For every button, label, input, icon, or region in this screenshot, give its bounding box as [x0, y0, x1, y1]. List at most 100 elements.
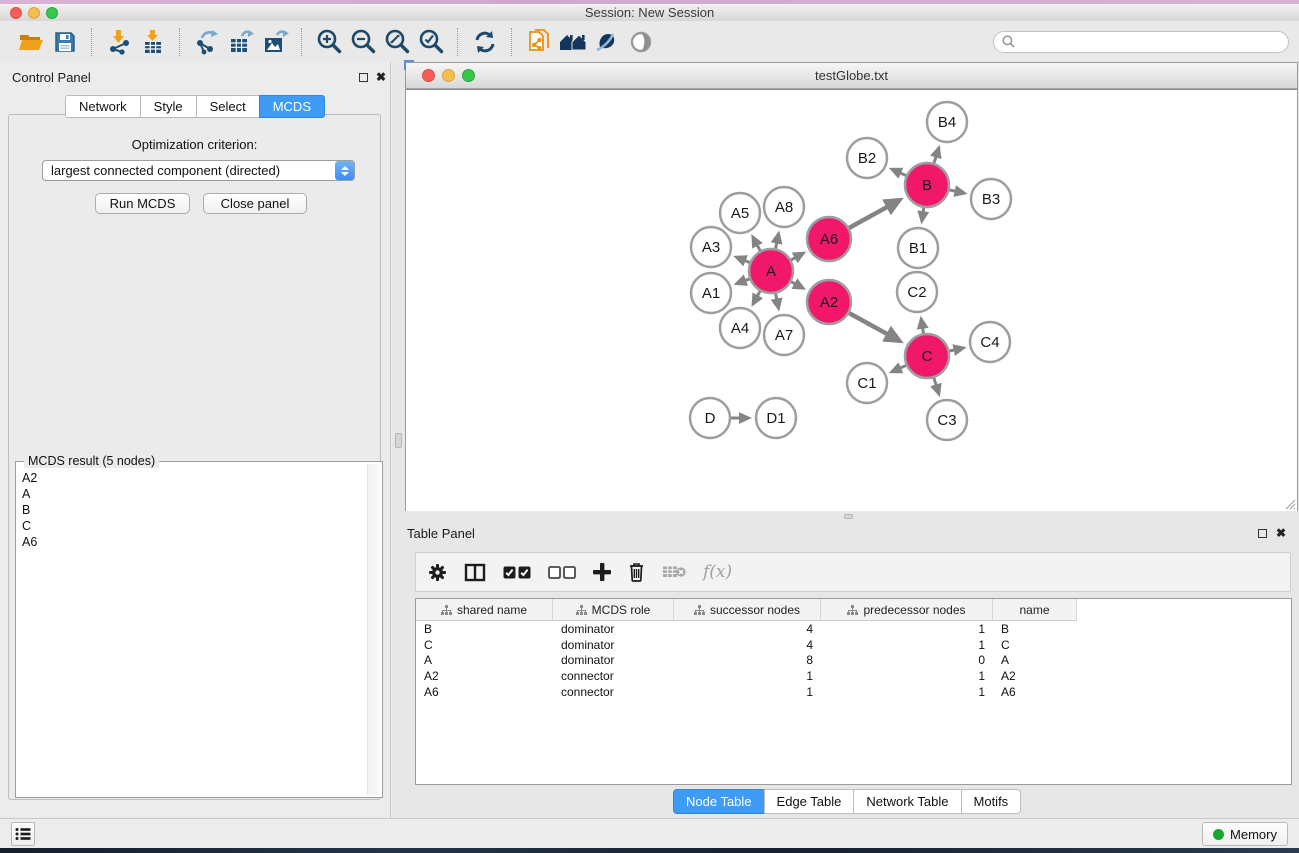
- zoom-selected-button[interactable]: [414, 25, 448, 59]
- network-snapshot-button[interactable]: [522, 25, 556, 59]
- tab-motifs[interactable]: Motifs: [961, 789, 1022, 814]
- node-B1[interactable]: B1: [898, 228, 938, 268]
- show-column-button[interactable]: [464, 557, 486, 587]
- edge-C-C2[interactable]: [921, 319, 923, 334]
- hide-graphics-details-button[interactable]: [590, 25, 624, 59]
- tab-network[interactable]: Network: [65, 95, 141, 118]
- mcds-scrollbar[interactable]: [367, 464, 380, 795]
- column-header-successor-nodes[interactable]: successor nodes: [674, 599, 821, 620]
- edge-B-B2[interactable]: [892, 169, 906, 175]
- node-A1[interactable]: A1: [691, 273, 731, 313]
- save-session-button[interactable]: [48, 25, 82, 59]
- node-B2[interactable]: B2: [847, 138, 887, 178]
- table-row[interactable]: Bdominator41B: [416, 621, 1291, 637]
- node-A5[interactable]: A5: [720, 193, 760, 233]
- edge-A-A1[interactable]: [736, 279, 749, 284]
- panel-splitter-handle[interactable]: [395, 433, 402, 448]
- network-canvas[interactable]: B4B2BB3A8A5A6A3B1AC2A1A2A4A7C4CC1DD1C3: [406, 89, 1297, 511]
- edge-A-A8[interactable]: [776, 233, 779, 248]
- node-A7[interactable]: A7: [764, 315, 804, 355]
- float-table-panel-icon[interactable]: [1258, 529, 1267, 538]
- node-D1[interactable]: D1: [756, 398, 796, 438]
- mcds-result-item[interactable]: A2: [22, 470, 361, 486]
- edge-A-A5[interactable]: [753, 237, 760, 251]
- edge-A-A4[interactable]: [753, 291, 760, 304]
- run-mcds-button[interactable]: Run MCDS: [95, 193, 190, 214]
- tab-edge-table[interactable]: Edge Table: [764, 789, 855, 814]
- node-table[interactable]: shared nameMCDS rolesuccessor nodesprede…: [415, 598, 1292, 785]
- mcds-result-item[interactable]: C: [22, 518, 361, 534]
- edge-A2-C[interactable]: [849, 313, 900, 341]
- tab-node-table[interactable]: Node Table: [673, 789, 765, 814]
- export-image-button[interactable]: [258, 25, 292, 59]
- toggle-bird-eye-button[interactable]: [624, 25, 658, 59]
- node-A3[interactable]: A3: [691, 227, 731, 267]
- window-titlebar[interactable]: Session: New Session: [0, 4, 1299, 22]
- edge-B-B1[interactable]: [922, 208, 924, 222]
- deselect-all-button[interactable]: [548, 557, 576, 587]
- edge-A-A6[interactable]: [791, 253, 803, 260]
- table-row[interactable]: A2connector11A2: [416, 668, 1291, 684]
- zoom-fit-button[interactable]: [380, 25, 414, 59]
- tab-style[interactable]: Style: [140, 95, 197, 118]
- node-C2[interactable]: C2: [897, 272, 937, 312]
- node-A2[interactable]: A2: [807, 280, 851, 324]
- node-B4[interactable]: B4: [927, 102, 967, 142]
- export-table-button[interactable]: [224, 25, 258, 59]
- column-header-shared-name[interactable]: shared name: [416, 599, 553, 620]
- memory-button[interactable]: Memory: [1202, 822, 1288, 846]
- close-table-panel-icon[interactable]: ✖: [1276, 528, 1286, 538]
- search-field[interactable]: [993, 31, 1289, 53]
- optimization-dropdown[interactable]: largest connected component (directed): [42, 160, 355, 181]
- zoom-out-button[interactable]: [346, 25, 380, 59]
- task-history-button[interactable]: [11, 822, 35, 846]
- tab-mcds[interactable]: MCDS: [259, 95, 325, 118]
- add-column-button[interactable]: [593, 557, 611, 587]
- edge-A6-B[interactable]: [849, 200, 900, 228]
- export-network-button[interactable]: [190, 25, 224, 59]
- column-header-name[interactable]: name: [993, 599, 1077, 620]
- node-C1[interactable]: C1: [847, 363, 887, 403]
- node-B3[interactable]: B3: [971, 179, 1011, 219]
- zoom-in-button[interactable]: [312, 25, 346, 59]
- tab-select[interactable]: Select: [196, 95, 260, 118]
- delete-column-button[interactable]: [628, 557, 645, 587]
- select-all-button[interactable]: [503, 557, 531, 587]
- float-panel-icon[interactable]: [359, 73, 368, 82]
- node-B[interactable]: B: [905, 163, 949, 207]
- search-input[interactable]: [1020, 33, 1280, 50]
- edge-A-A7[interactable]: [776, 294, 779, 309]
- edge-B-B3[interactable]: [949, 190, 964, 193]
- close-panel-icon[interactable]: ✖: [376, 72, 386, 82]
- node-A6[interactable]: A6: [807, 217, 851, 261]
- node-A[interactable]: A: [749, 249, 793, 293]
- node-C4[interactable]: C4: [970, 322, 1010, 362]
- open-session-button[interactable]: [14, 25, 48, 59]
- column-header-mcds-role[interactable]: MCDS role: [553, 599, 674, 620]
- edge-C-C3[interactable]: [934, 378, 939, 394]
- edge-A-A2[interactable]: [791, 282, 803, 288]
- home-overview-button[interactable]: [556, 25, 590, 59]
- column-header-predecessor-nodes[interactable]: predecessor nodes: [821, 599, 993, 620]
- mcds-result-item[interactable]: A6: [22, 534, 361, 550]
- import-network-button[interactable]: [102, 25, 136, 59]
- mcds-result-item[interactable]: B: [22, 502, 361, 518]
- node-D[interactable]: D: [690, 398, 730, 438]
- import-table-button[interactable]: [136, 25, 170, 59]
- node-A8[interactable]: A8: [764, 187, 804, 227]
- edge-B-B4[interactable]: [934, 148, 939, 163]
- table-row[interactable]: Adominator80A: [416, 652, 1291, 668]
- table-row[interactable]: A6connector11A6: [416, 684, 1291, 700]
- node-C[interactable]: C: [905, 334, 949, 378]
- resize-grip-icon[interactable]: [1284, 498, 1296, 510]
- mcds-result-item[interactable]: A: [22, 486, 361, 502]
- edge-C-C4[interactable]: [949, 348, 963, 351]
- delete-table-button[interactable]: [662, 557, 686, 587]
- function-builder-button[interactable]: f(x): [703, 557, 732, 587]
- refresh-layout-button[interactable]: [468, 25, 502, 59]
- close-panel-button[interactable]: Close panel: [203, 193, 307, 214]
- tab-network-table[interactable]: Network Table: [853, 789, 961, 814]
- node-C3[interactable]: C3: [927, 400, 967, 440]
- network-window-titlebar[interactable]: testGlobe.txt: [406, 63, 1297, 89]
- edge-C-C1[interactable]: [892, 365, 906, 371]
